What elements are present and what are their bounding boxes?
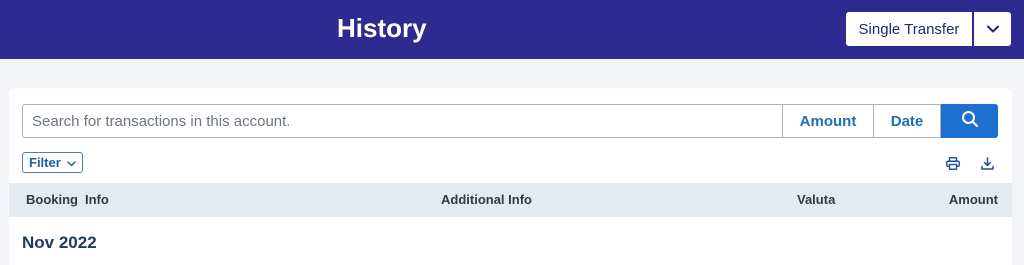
single-transfer-split-button: Single Transfer (846, 12, 1011, 46)
transactions-card: Amount Date Filter (9, 88, 1012, 265)
filter-button[interactable]: Filter (22, 152, 83, 173)
search-button[interactable] (941, 104, 998, 138)
column-header-valuta[interactable]: Valuta (797, 183, 835, 217)
date-button[interactable]: Date (874, 104, 941, 138)
column-header-booking[interactable]: Booking (26, 183, 78, 217)
print-icon[interactable] (945, 155, 961, 171)
amount-button[interactable]: Amount (783, 104, 874, 138)
search-bar: Amount Date (22, 104, 998, 138)
download-icon[interactable] (979, 155, 995, 171)
table-header: Booking Info Additional Info Valuta Amou… (9, 183, 1012, 217)
transfer-options-dropdown-button[interactable] (974, 12, 1011, 46)
month-group-heading: Nov 2022 (22, 233, 97, 252)
search-icon (961, 110, 979, 133)
chevron-down-icon (986, 20, 999, 38)
page-title: History (337, 13, 427, 43)
column-header-amount[interactable]: Amount (949, 183, 998, 217)
search-input[interactable] (22, 104, 783, 138)
single-transfer-button[interactable]: Single Transfer (846, 12, 972, 46)
column-header-info[interactable]: Info (85, 183, 109, 217)
filter-label: Filter (29, 155, 61, 170)
column-header-additional-info[interactable]: Additional Info (441, 183, 532, 217)
chevron-down-icon (67, 155, 76, 170)
app-header: History Single Transfer (0, 0, 1024, 59)
